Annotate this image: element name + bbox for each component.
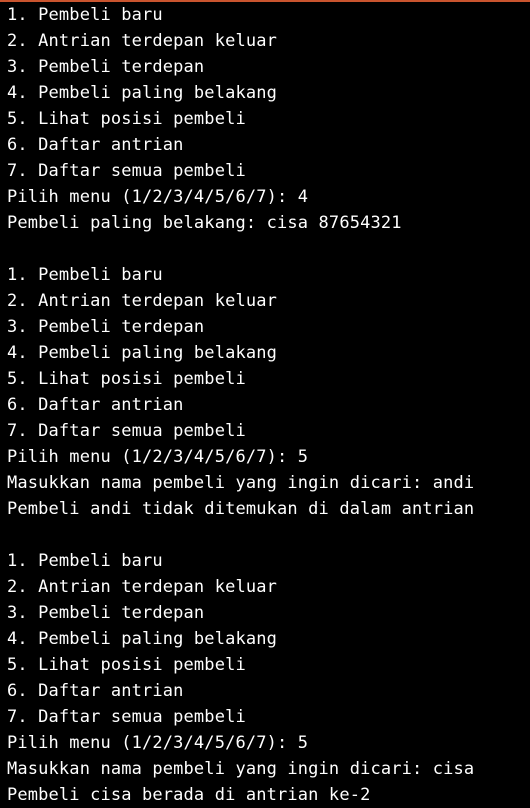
terminal-line: Pembeli paling belakang: cisa 87654321 [7, 213, 402, 233]
terminal-line: 3. Pembeli terdepan [7, 57, 205, 77]
terminal-line: 3. Pembeli terdepan [7, 603, 205, 623]
terminal-line: 7. Daftar semua pembeli [7, 161, 246, 181]
terminal-line: 1. Pembeli baru [7, 5, 163, 25]
terminal-line: 4. Pembeli paling belakang [7, 629, 278, 649]
terminal-line: 5. Lihat posisi pembeli [7, 109, 246, 129]
terminal-line: Pilih menu (1/2/3/4/5/6/7): 5 [7, 447, 309, 467]
terminal-line: 3. Pembeli terdepan [7, 317, 205, 337]
terminal-line: 7. Daftar semua pembeli [7, 707, 246, 727]
terminal-output[interactable]: 1. Pembeli baru 2. Antrian terdepan kelu… [0, 2, 530, 808]
terminal-line: Pembeli cisa berada di antrian ke-2 [7, 785, 371, 805]
terminal-line: 2. Antrian terdepan keluar [7, 291, 278, 311]
terminal-line: 4. Pembeli paling belakang [7, 83, 278, 103]
terminal-line: 2. Antrian terdepan keluar [7, 31, 278, 51]
terminal-line: 6. Daftar antrian [7, 135, 184, 155]
terminal-line: Masukkan nama pembeli yang ingin dicari:… [7, 759, 475, 779]
terminal-line: 1. Pembeli baru [7, 551, 163, 571]
terminal-line: 6. Daftar antrian [7, 681, 184, 701]
terminal-line: Masukkan nama pembeli yang ingin dicari:… [7, 473, 475, 493]
terminal-line: 6. Daftar antrian [7, 395, 184, 415]
terminal-line: Pilih menu (1/2/3/4/5/6/7): 4 [7, 187, 309, 207]
terminal-line: Pilih menu (1/2/3/4/5/6/7): 5 [7, 733, 309, 753]
terminal-line: 4. Pembeli paling belakang [7, 343, 278, 363]
terminal-line: 5. Lihat posisi pembeli [7, 655, 246, 675]
terminal-line: 7. Daftar semua pembeli [7, 421, 246, 441]
terminal-line: 2. Antrian terdepan keluar [7, 577, 278, 597]
terminal-line: Pembeli andi tidak ditemukan di dalam an… [7, 499, 475, 519]
terminal-line: 1. Pembeli baru [7, 265, 163, 285]
terminal-line: 5. Lihat posisi pembeli [7, 369, 246, 389]
